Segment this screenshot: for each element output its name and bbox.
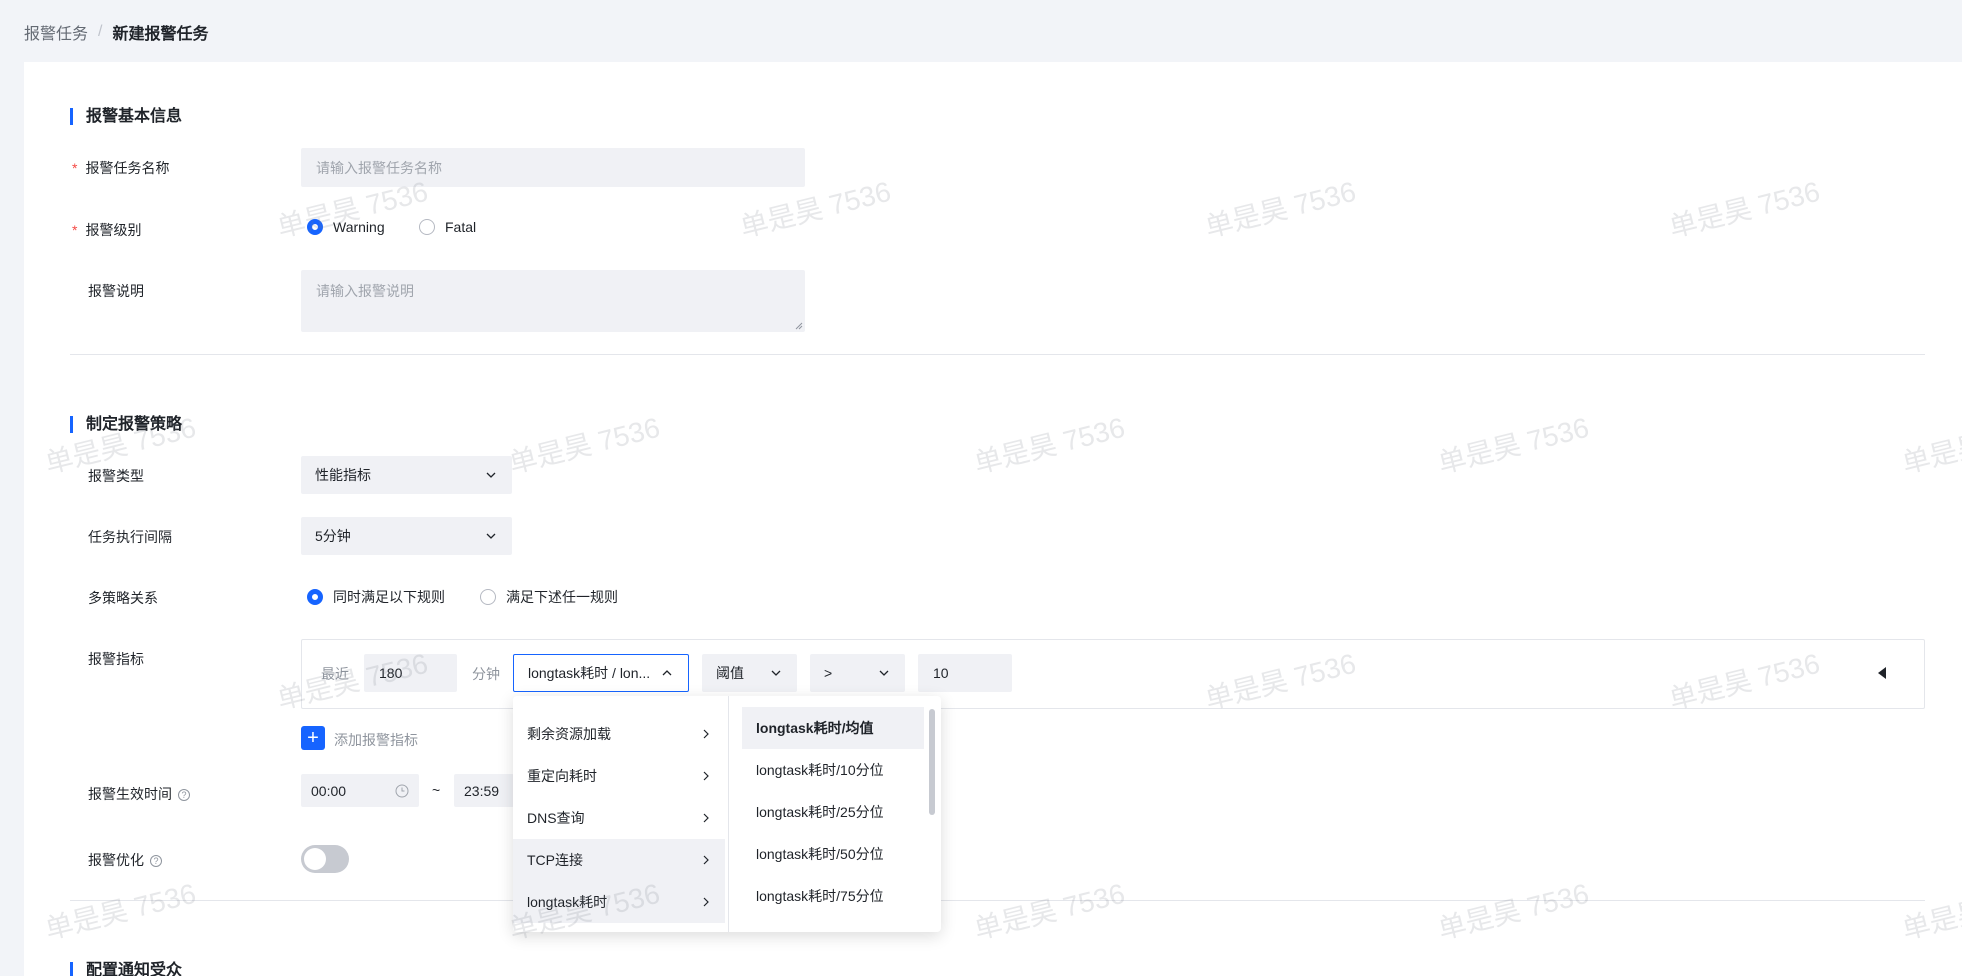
clock-icon (395, 784, 409, 797)
time-start-value: 00:00 (311, 782, 347, 799)
threshold-type-select[interactable]: 阈值 (702, 654, 797, 692)
cascader-column-2: longtask耗时/均值 longtask耗时/10分位 longtask耗时… (742, 696, 941, 932)
chevron-up-icon (662, 670, 672, 676)
effective-time-label: 报警生效时间? (88, 784, 190, 804)
chevron-down-icon (771, 670, 781, 676)
radio-checked-icon (307, 219, 323, 235)
section-divider (70, 900, 1925, 901)
cascader-item[interactable]: DNS查询 (513, 797, 725, 839)
unit-label: 分钟 (472, 666, 500, 682)
time-end-input[interactable]: 23:59 (454, 774, 514, 807)
breadcrumb-current: 新建报警任务 (112, 26, 209, 43)
chevron-right-icon (703, 771, 709, 781)
scrollbar-thumb[interactable] (929, 709, 935, 815)
optimize-toggle[interactable] (301, 845, 349, 873)
cascader-subitem[interactable]: longtask耗时/75分位 (742, 875, 924, 917)
description-textarea[interactable]: 请输入报警说明 (301, 270, 805, 332)
chevron-down-icon (486, 472, 496, 478)
breadcrumb: 报警任务 / 新建报警任务 (24, 20, 208, 44)
threshold-type-value: 阈值 (716, 665, 744, 681)
cascader-item[interactable]: 剩余资源加载 (513, 713, 725, 755)
cascader-item-selected[interactable]: longtask耗时 (513, 881, 725, 923)
help-icon[interactable]: ? (150, 855, 162, 867)
add-metric-button[interactable]: + (301, 726, 325, 750)
time-start-input[interactable]: 00:00 (301, 774, 419, 807)
time-range-separator: ~ (432, 782, 441, 798)
metric-cascader-dropdown: 剩余资源加载 重定向耗时 DNS查询 TCP连接 longtask耗时 long… (513, 696, 941, 932)
radio-checked-icon (307, 589, 323, 605)
alert-type-select[interactable]: 性能指标 (301, 456, 512, 494)
cascader-subitem-selected[interactable]: longtask耗时/均值 (742, 707, 924, 749)
operator-select[interactable]: > (810, 654, 905, 692)
relation-radio-all[interactable]: 同时满足以下规则 (307, 587, 445, 607)
metric-label: 报警指标 (88, 651, 144, 667)
alert-type-value: 性能指标 (315, 467, 371, 483)
description-label: 报警说明 (88, 283, 144, 299)
breadcrumb-link-alert-tasks[interactable]: 报警任务 (24, 20, 88, 44)
add-metric-label[interactable]: 添加报警指标 (334, 730, 418, 750)
level-label: * 报警级别 (72, 222, 142, 238)
metric-select[interactable]: longtask耗时 / lon... (513, 654, 689, 692)
required-mark: * (72, 160, 78, 176)
level-radio-warning[interactable]: Warning (307, 219, 385, 235)
relation-radio-any[interactable]: 满足下述任一规则 (480, 587, 618, 607)
relation-label: 多策略关系 (88, 590, 158, 606)
description-placeholder: 请输入报警说明 (316, 283, 414, 299)
section-title-notify: 配置通知受众 (70, 962, 182, 976)
chevron-down-icon (879, 670, 889, 676)
breadcrumb-separator: / (98, 23, 103, 40)
threshold-input[interactable]: 10 (918, 654, 1012, 692)
required-mark: * (72, 222, 78, 238)
task-name-label: * 报警任务名称 (72, 160, 170, 176)
interval-select[interactable]: 5分钟 (301, 517, 512, 555)
resize-handle-icon[interactable] (795, 322, 803, 330)
cascader-column-1: 剩余资源加载 重定向耗时 DNS查询 TCP连接 longtask耗时 (513, 696, 725, 932)
cascader-column-divider (728, 696, 729, 932)
chevron-right-icon (703, 729, 709, 739)
section-divider (70, 354, 1925, 355)
section-title-basic: 报警基本信息 (70, 108, 182, 125)
task-name-input[interactable]: 请输入报警任务名称 (301, 148, 805, 187)
optimize-label: 报警优化? (88, 850, 162, 870)
cascader-subitem[interactable]: longtask耗时/50分位 (742, 833, 924, 875)
metric-select-value: longtask耗时 / lon... (528, 665, 651, 681)
radio-unchecked-icon (480, 589, 496, 605)
recent-input[interactable]: 180 (364, 654, 457, 692)
help-icon[interactable]: ? (178, 789, 190, 801)
chevron-right-icon (703, 897, 709, 907)
chevron-right-icon (703, 813, 709, 823)
chevron-down-icon (486, 533, 496, 539)
chevron-right-icon (703, 855, 709, 865)
section-title-strategy: 制定报警策略 (70, 416, 182, 433)
cascader-subitem[interactable]: longtask耗时/10分位 (742, 749, 924, 791)
radio-unchecked-icon (419, 219, 435, 235)
operator-value: > (824, 665, 833, 681)
interval-label: 任务执行间隔 (88, 529, 172, 545)
collapse-arrow-icon[interactable] (1876, 666, 1888, 680)
recent-label: 最近 (321, 666, 349, 682)
interval-value: 5分钟 (315, 528, 351, 544)
cascader-subitem[interactable]: longtask耗时/25分位 (742, 791, 924, 833)
cascader-item-hover[interactable]: TCP连接 (513, 839, 725, 881)
level-radio-fatal[interactable]: Fatal (419, 219, 476, 235)
cascader-item[interactable]: 重定向耗时 (513, 755, 725, 797)
alert-type-label: 报警类型 (88, 468, 144, 484)
